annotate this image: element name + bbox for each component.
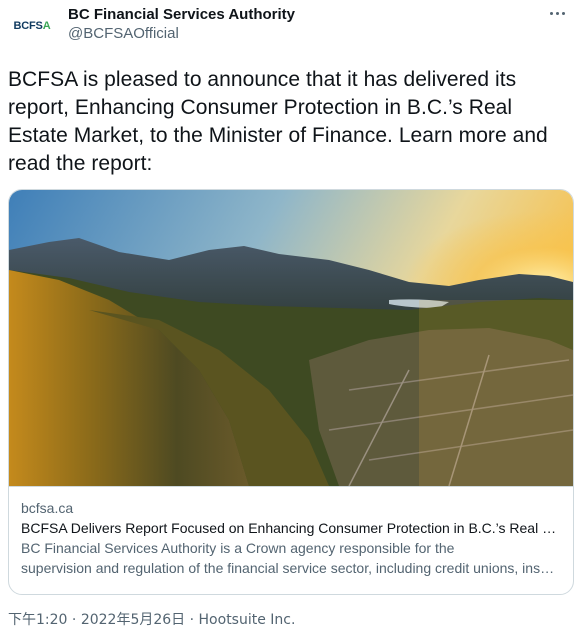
bcfsa-logo: BCFSA [13,20,51,32]
display-name[interactable]: BC Financial Services Authority [68,6,295,24]
tweet-time-link[interactable]: 下午1:20 [8,612,67,628]
card-description-line: supervision and regulation of the financ… [21,560,561,576]
more-horizontal-icon [549,11,553,15]
card-description-line: BC Financial Services Authority is a Cro… [21,540,455,556]
link-card[interactable]: bcfsa.ca BCFSA Delivers Report Focused o… [8,189,574,595]
avatar[interactable]: BCFSA [8,12,56,40]
tweet-text: BCFSA is pleased to announce that it has… [8,68,548,175]
user-handle[interactable]: @BCFSAOfficial [68,24,295,44]
tweet-source-link[interactable]: Hootsuite Inc. [199,612,296,628]
tweet-header: BCFSA BC Financial Services Authority @B… [0,0,581,56]
card-description: BC Financial Services Authority is a Cro… [21,538,561,578]
card-info: bcfsa.ca BCFSA Delivers Report Focused o… [9,486,573,594]
card-title: BCFSA Delivers Report Focused on Enhanci… [21,520,561,536]
card-image [9,190,573,486]
meta-separator: · [67,612,81,628]
card-domain: bcfsa.ca [21,500,74,516]
author-block: BC Financial Services Authority @BCFSAOf… [68,6,295,44]
tweet-date-link[interactable]: 2022年5月26日 [81,612,185,628]
tweet-meta: 下午1:20 · 2022年5月26日 · Hootsuite Inc. [8,610,295,630]
more-options-button[interactable] [545,4,569,22]
meta-separator: · [185,612,199,628]
